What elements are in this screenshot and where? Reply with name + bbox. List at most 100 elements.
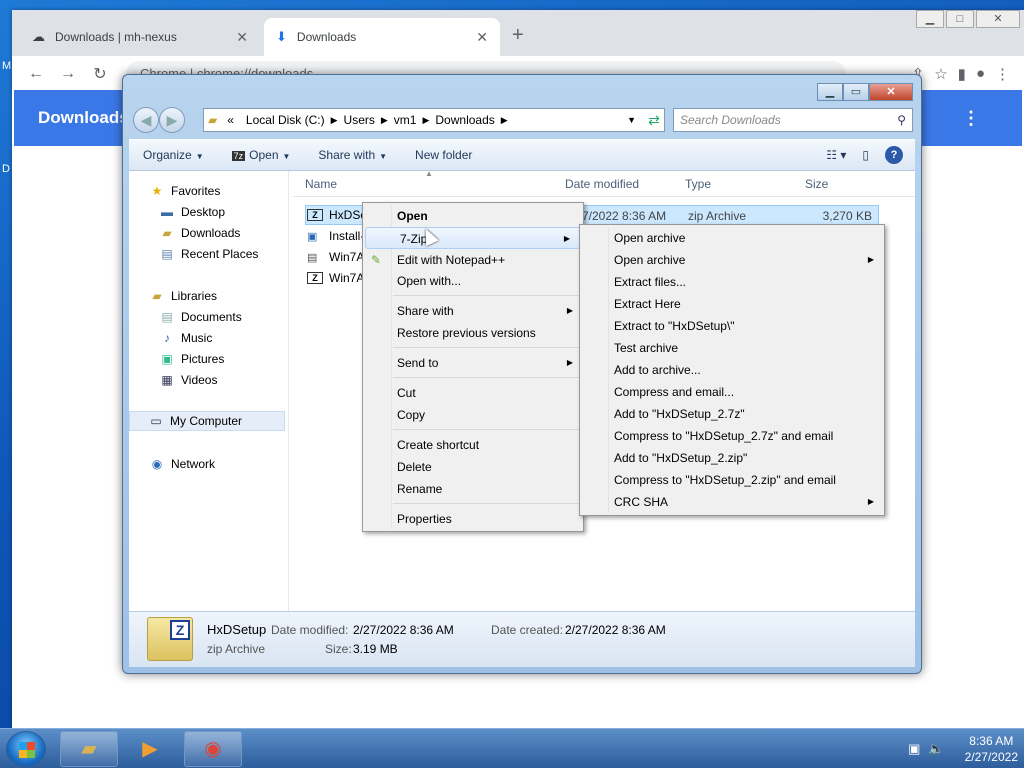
search-input[interactable]: Search Downloads ⚲ bbox=[673, 108, 913, 132]
nav-pictures[interactable]: ▣ Pictures bbox=[159, 349, 224, 369]
breadcrumb-vm1[interactable]: vm1 bbox=[394, 113, 417, 127]
chevron-down-icon: ▼ bbox=[379, 152, 388, 161]
nav-desktop[interactable]: ▬ Desktop bbox=[159, 202, 225, 222]
nav-libraries[interactable]: ▰ Libraries bbox=[149, 286, 217, 306]
menu-icon[interactable]: ⋮ bbox=[995, 65, 1010, 83]
tab-downloads[interactable]: ⬇ Downloads ✕ bbox=[264, 18, 500, 56]
submenu-item-compress-email[interactable]: Compress and email... bbox=[580, 381, 884, 403]
submenu-item-add-to-archive[interactable]: Add to archive... bbox=[580, 359, 884, 381]
search-icon: ⚲ bbox=[897, 113, 906, 127]
close-icon[interactable]: ✕ bbox=[236, 29, 248, 46]
open-button[interactable]: 7z Open ▼ bbox=[231, 148, 290, 162]
submenu-item-compress-zip-email[interactable]: Compress to "HxDSetup_2.zip" and email bbox=[580, 469, 884, 491]
menu-item-copy[interactable]: Copy bbox=[363, 404, 583, 426]
submenu-item-extract-files[interactable]: Extract files... bbox=[580, 271, 884, 293]
menu-item-edit-notepad[interactable]: ✎ Edit with Notepad++ bbox=[363, 249, 583, 271]
menu-item-send-to[interactable]: Send to ▶ bbox=[363, 352, 583, 374]
taskbar-chrome[interactable]: ◉ bbox=[184, 731, 242, 767]
submenu-arrow-icon: ▶ bbox=[566, 306, 573, 315]
submenu-arrow-icon: ▶ bbox=[867, 255, 874, 264]
nav-recent-places[interactable]: ▤ Recent Places bbox=[159, 244, 258, 264]
maximize-icon[interactable]: ▭ bbox=[843, 83, 869, 101]
chevron-down-icon[interactable]: ▼ bbox=[627, 115, 636, 125]
menu-item-open[interactable]: Open bbox=[363, 205, 583, 227]
7zip-icon: 7z bbox=[231, 151, 246, 161]
nav-my-computer[interactable]: ▭ My Computer bbox=[129, 411, 285, 431]
help-icon[interactable]: ? bbox=[885, 146, 903, 164]
star-icon[interactable]: ☆ bbox=[934, 65, 947, 83]
clock[interactable]: 8:36 AM 2/27/2022 bbox=[965, 733, 1018, 765]
volume-icon[interactable]: 🔈 bbox=[928, 741, 944, 757]
more-icon[interactable]: ⋮ bbox=[962, 108, 980, 129]
chevron-right-icon[interactable]: ▶ bbox=[501, 115, 508, 126]
side-panel-icon[interactable]: ▮ bbox=[958, 65, 966, 83]
menu-item-delete[interactable]: Delete bbox=[363, 456, 583, 478]
submenu-item-compress-7z-email[interactable]: Compress to "HxDSetup_2.7z" and email bbox=[580, 425, 884, 447]
file-row-win7a-1[interactable]: ▤ Win7A bbox=[307, 247, 364, 267]
close-icon[interactable]: ✕ bbox=[476, 29, 488, 46]
col-date-modified[interactable]: Date modified bbox=[565, 177, 639, 191]
minimize-icon[interactable]: ▁ bbox=[817, 83, 843, 101]
reload-icon[interactable]: ↻ bbox=[84, 64, 116, 84]
breadcrumb-users[interactable]: Users bbox=[344, 113, 375, 127]
submenu-item-add-7z[interactable]: Add to "HxDSetup_2.7z" bbox=[580, 403, 884, 425]
submenu-item-crc-sha[interactable]: CRC SHA ▶ bbox=[580, 491, 884, 513]
taskbar-explorer[interactable]: ▰ bbox=[60, 731, 118, 767]
organize-button[interactable]: Organize ▼ bbox=[143, 148, 204, 162]
forward-icon[interactable]: ▶ bbox=[159, 107, 185, 133]
nav-videos[interactable]: ▦ Videos bbox=[159, 370, 217, 390]
new-tab-icon[interactable]: + bbox=[512, 24, 524, 47]
back-icon[interactable]: ← bbox=[20, 65, 52, 83]
breadcrumb-local-disk[interactable]: Local Disk (C:) bbox=[246, 113, 325, 127]
menu-item-create-shortcut[interactable]: Create shortcut bbox=[363, 434, 583, 456]
chevron-right-icon[interactable]: ▶ bbox=[381, 115, 388, 126]
close-window-icon[interactable]: ✕ bbox=[976, 10, 1020, 28]
minimize-icon[interactable]: ▁ bbox=[916, 10, 944, 28]
nav-documents[interactable]: ▤ Documents bbox=[159, 307, 241, 327]
file-row-hxdsetup[interactable]: Z HxDSe bbox=[307, 205, 367, 225]
nav-music[interactable]: ♪ Music bbox=[159, 328, 212, 348]
chevron-right-icon[interactable]: ▶ bbox=[331, 115, 338, 126]
submenu-item-extract-here[interactable]: Extract Here bbox=[580, 293, 884, 315]
network-icon: ◉ bbox=[151, 457, 163, 471]
close-window-icon[interactable]: ✕ bbox=[869, 83, 913, 101]
menu-item-rename[interactable]: Rename bbox=[363, 478, 583, 500]
tab-mh-nexus[interactable]: ☁ Downloads | mh-nexus ✕ bbox=[20, 18, 260, 56]
submenu-item-test-archive[interactable]: Test archive bbox=[580, 337, 884, 359]
preview-pane-icon[interactable]: ▯ bbox=[862, 148, 869, 162]
nav-favorites[interactable]: ★ Favorites bbox=[149, 181, 221, 201]
menu-item-cut[interactable]: Cut bbox=[363, 382, 583, 404]
refresh-icon[interactable]: ⇄ bbox=[641, 108, 667, 132]
forward-icon[interactable]: → bbox=[52, 65, 84, 83]
file-row-install[interactable]: ▣ Install- bbox=[307, 226, 364, 246]
maximize-icon[interactable]: □ bbox=[946, 10, 974, 28]
col-type[interactable]: Type bbox=[685, 177, 711, 191]
chevron-right-icon[interactable]: ▶ bbox=[422, 115, 429, 126]
menu-item-7zip[interactable]: 7-Zip ▶ bbox=[365, 227, 581, 249]
menu-item-open-with[interactable]: Open with... bbox=[363, 270, 583, 292]
share-with-button[interactable]: Share with ▼ bbox=[318, 148, 387, 162]
details-size-value: 3.19 MB bbox=[353, 642, 398, 656]
nav-network[interactable]: ◉ Network bbox=[149, 454, 215, 474]
submenu-item-extract-to[interactable]: Extract to "HxDSetup\" bbox=[580, 315, 884, 337]
submenu-item-open-archive[interactable]: Open archive bbox=[580, 227, 884, 249]
menu-item-restore-versions[interactable]: Restore previous versions bbox=[363, 322, 583, 344]
file-row-win7a-2[interactable]: Z Win7A bbox=[307, 268, 364, 288]
submenu-item-add-zip[interactable]: Add to "HxDSetup_2.zip" bbox=[580, 447, 884, 469]
network-tray-icon[interactable]: ▣ bbox=[908, 741, 920, 757]
breadcrumb-downloads[interactable]: Downloads bbox=[435, 113, 494, 127]
start-button[interactable] bbox=[6, 731, 46, 767]
profile-icon[interactable]: ● bbox=[976, 65, 985, 83]
menu-item-share-with[interactable]: Share with ▶ bbox=[363, 300, 583, 322]
submenu-item-open-archive-more[interactable]: Open archive ▶ bbox=[580, 249, 884, 271]
file-name: Win7A bbox=[329, 250, 365, 264]
address-bar[interactable]: ▰ « Local Disk (C:) ▶ Users ▶ vm1 ▶ Downloa… bbox=[203, 108, 665, 132]
taskbar-media-player[interactable]: ▶ bbox=[122, 731, 178, 767]
col-name[interactable]: Name bbox=[305, 177, 337, 191]
nav-downloads[interactable]: ▰ Downloads bbox=[159, 223, 240, 243]
menu-item-properties[interactable]: Properties bbox=[363, 508, 583, 530]
new-folder-button[interactable]: New folder bbox=[415, 148, 472, 162]
back-icon[interactable]: ◀ bbox=[133, 107, 159, 133]
col-size[interactable]: Size bbox=[805, 177, 828, 191]
view-icon[interactable]: ☷ ▾ bbox=[826, 148, 846, 162]
